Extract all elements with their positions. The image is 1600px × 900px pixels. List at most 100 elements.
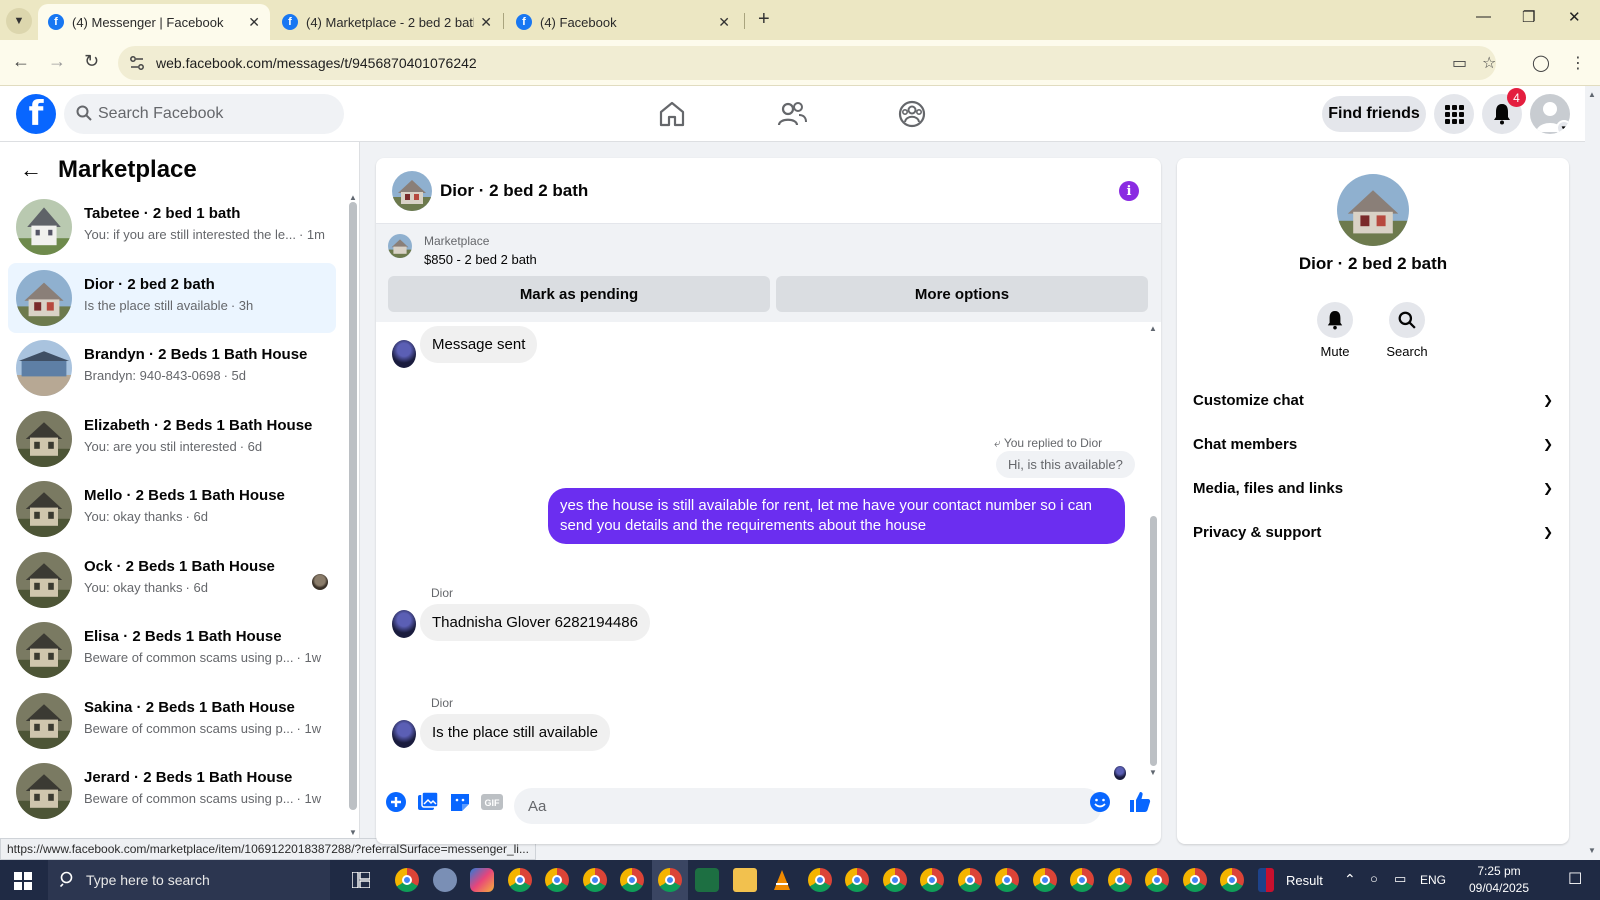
scroll-up-arrow[interactable]: ▲ [1149, 324, 1157, 333]
conversation-row[interactable]: Brandyn · 2 Beds 1 Bath House Brandyn: 94… [8, 333, 336, 403]
chrome-taskbar-icon[interactable] [658, 868, 682, 892]
sticker-icon[interactable] [448, 790, 472, 814]
chrome-taskbar-icon[interactable] [958, 868, 982, 892]
search-in-conversation-button[interactable]: Search [1377, 302, 1437, 359]
chrome-taskbar-icon[interactable] [920, 868, 944, 892]
bookmark-star-icon[interactable]: ☆ [1482, 53, 1496, 73]
tab-close-icon[interactable]: ✕ [718, 14, 730, 31]
chrome-taskbar-icon[interactable] [395, 868, 419, 892]
back-arrow-icon[interactable]: ← [12, 51, 30, 72]
widget-result-text[interactable]: Result [1286, 873, 1323, 888]
replied-message-quote[interactable]: Hi, is this available? [996, 451, 1135, 478]
sidebar-scrollbar[interactable] [349, 202, 357, 810]
copilot-taskbar-icon[interactable] [470, 868, 494, 892]
customize-chat-section[interactable]: Customize chat ❯ [1193, 380, 1553, 420]
menu-grid-button[interactable] [1434, 94, 1474, 134]
battery-icon[interactable]: ▭ [1394, 871, 1406, 887]
excel-taskbar-icon[interactable] [695, 868, 719, 892]
chrome-taskbar-icon[interactable] [1033, 868, 1057, 892]
chrome-taskbar-icon[interactable] [620, 868, 644, 892]
conversation-row[interactable]: Elizabeth · 2 Beds 1 Bath House You: are … [8, 404, 336, 474]
site-settings-icon[interactable] [128, 54, 146, 72]
account-avatar[interactable]: ▼ [1530, 94, 1570, 134]
window-close-icon[interactable]: ✕ [1568, 8, 1581, 26]
chrome-taskbar-icon[interactable] [883, 868, 907, 892]
chat-scrollbar[interactable] [1150, 516, 1157, 766]
add-plus-icon[interactable] [384, 790, 408, 814]
scroll-down-arrow[interactable]: ▼ [349, 828, 357, 837]
chrome-taskbar-icon[interactable] [1220, 868, 1244, 892]
wifi-icon[interactable]: ○ [1370, 871, 1378, 886]
media-files-links-section[interactable]: Media, files and links ❯ [1193, 468, 1553, 508]
sender-avatar[interactable] [392, 720, 416, 748]
notification-center-icon[interactable]: ☐ [1568, 869, 1582, 889]
chrome-taskbar-icon[interactable] [1183, 868, 1207, 892]
chrome-taskbar-icon[interactable] [1145, 868, 1169, 892]
sender-avatar[interactable] [392, 610, 416, 638]
home-icon[interactable] [656, 98, 688, 130]
conversation-row[interactable]: Tabetee · 2 bed 1 bath You: if you are st… [8, 192, 336, 262]
conversation-row[interactable]: Dior · 2 bed 2 bath Is the place still av… [8, 262, 336, 333]
chat-title[interactable]: Dior · 2 bed 2 bath [440, 181, 588, 201]
groups-icon[interactable] [896, 98, 928, 130]
attach-photo-icon[interactable] [416, 790, 440, 814]
chrome-taskbar-icon[interactable] [508, 868, 532, 892]
chat-members-section[interactable]: Chat members ❯ [1193, 424, 1553, 464]
tray-expand-icon[interactable]: ⌃ [1344, 871, 1356, 888]
message-input[interactable]: Aa [514, 788, 1102, 824]
forward-arrow-icon[interactable]: → [48, 51, 66, 72]
chrome-taskbar-icon[interactable] [1108, 868, 1132, 892]
clock-date[interactable]: 09/04/2025 [1458, 881, 1540, 895]
back-arrow-icon[interactable]: ← [20, 157, 42, 183]
gif-icon[interactable]: GIF [480, 790, 504, 814]
tab-close-icon[interactable]: ✕ [248, 14, 260, 31]
conversation-row[interactable]: Ock · 2 Beds 1 Bath House You: okay thank… [8, 545, 336, 615]
page-scroll-down-arrow[interactable]: ▼ [1588, 846, 1596, 855]
mute-button[interactable]: Mute [1305, 302, 1365, 359]
scroll-down-arrow[interactable]: ▼ [1149, 768, 1157, 777]
mark-as-pending-button[interactable]: Mark as pending [388, 276, 770, 312]
taskbar-search-input[interactable]: Type here to search [48, 860, 330, 900]
info-icon[interactable]: i [1119, 181, 1139, 201]
facebook-search-input[interactable]: Search Facebook [64, 94, 344, 134]
page-scroll-up-arrow[interactable]: ▲ [1588, 90, 1596, 99]
privacy-support-section[interactable]: Privacy & support ❯ [1193, 512, 1553, 552]
app-taskbar-icon[interactable] [433, 868, 457, 892]
chrome-taskbar-icon[interactable] [808, 868, 832, 892]
conversation-row[interactable]: Mello · 2 Beds 1 Bath House You: okay tha… [8, 474, 336, 544]
task-view-icon[interactable] [352, 872, 370, 888]
chrome-taskbar-icon[interactable] [583, 868, 607, 892]
friends-icon[interactable] [776, 98, 808, 130]
find-friends-button[interactable]: Find friends [1322, 96, 1426, 132]
nba-widget-icon[interactable] [1258, 868, 1274, 892]
restore-icon[interactable]: ❐ [1522, 8, 1535, 26]
tab-close-icon[interactable]: ✕ [480, 14, 492, 31]
profile-icon[interactable]: ◯ [1532, 53, 1550, 73]
tab-marketplace[interactable]: f (4) Marketplace - 2 bed 2 bath ✕ [272, 4, 502, 40]
thumbs-up-icon[interactable] [1128, 790, 1152, 814]
scroll-up-arrow[interactable]: ▲ [349, 193, 357, 202]
tab-search-button[interactable]: ▼ [6, 8, 32, 34]
sender-avatar[interactable] [392, 340, 416, 368]
file-explorer-icon[interactable] [733, 868, 757, 892]
tab-messenger[interactable]: f (4) Messenger | Facebook ✕ [38, 4, 270, 40]
chrome-taskbar-icon[interactable] [845, 868, 869, 892]
windows-start-icon[interactable] [14, 872, 32, 890]
install-app-icon[interactable]: ▭ [1452, 53, 1467, 73]
conversation-row[interactable]: Sakina · 2 Beds 1 Bath House Beware of co… [8, 686, 336, 756]
listing-thumbnail[interactable] [392, 171, 432, 211]
listing-price[interactable]: $850 - 2 bed 2 bath [424, 252, 537, 267]
language-indicator[interactable]: ENG [1420, 873, 1446, 887]
vlc-taskbar-icon[interactable] [770, 868, 794, 892]
conversation-row[interactable]: Elisa · 2 Beds 1 Bath House Beware of com… [8, 615, 336, 685]
listing-mini-thumbnail[interactable] [388, 234, 412, 258]
chrome-taskbar-icon[interactable] [545, 868, 569, 892]
browser-menu-icon[interactable]: ⋮ [1570, 53, 1586, 73]
facebook-logo[interactable]: f [16, 94, 56, 134]
chrome-taskbar-icon[interactable] [1070, 868, 1094, 892]
chrome-taskbar-icon[interactable] [995, 868, 1019, 892]
url-field[interactable]: web.facebook.com/messages/t/945687040107… [118, 46, 1496, 80]
more-options-button[interactable]: More options [776, 276, 1148, 312]
conversation-row[interactable]: Jerard · 2 Beds 1 Bath House Beware of co… [8, 756, 336, 826]
tab-facebook[interactable]: f (4) Facebook ✕ [506, 4, 740, 40]
